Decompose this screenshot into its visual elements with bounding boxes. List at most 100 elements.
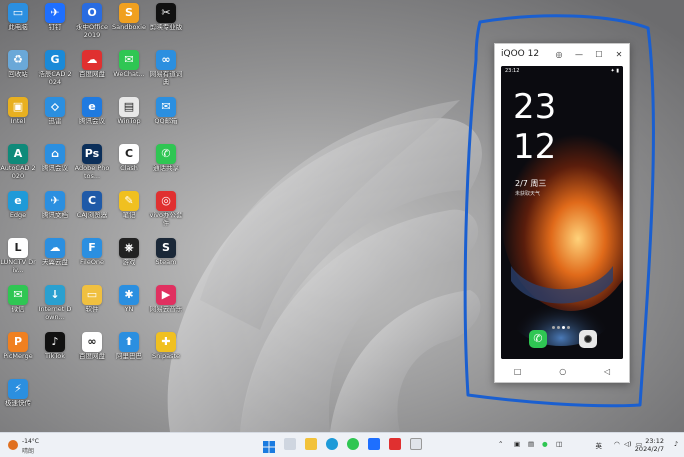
desktop-icon[interactable]: ✉ 微信 (0, 282, 36, 324)
desktop-icon-label: 迅雷 (48, 118, 62, 125)
desktop-icon[interactable]: S Sandboxie (111, 0, 147, 42)
home-icon[interactable]: ○ (559, 367, 566, 376)
desktop-icon[interactable]: ⬦ 迅雷 (37, 94, 73, 136)
desktop-icon[interactable]: ⎈ 游戏 (111, 235, 147, 277)
desktop-icon[interactable]: ⌂ 腾讯会议 (37, 141, 73, 183)
status-time: 23:12 (505, 68, 520, 74)
desktop-icon-label: TikTok (45, 353, 65, 360)
desktop-icon[interactable]: S Steam (148, 235, 184, 277)
desktop-icon[interactable]: Ps Adobe Photos... (74, 141, 110, 183)
search-taskbar-icon[interactable] (284, 438, 296, 450)
phone-mirror-window[interactable]: iQOO 12 ◎ — ☐ ✕ 23:12 ✦ ▮ 23 12 2/7 周三 未… (494, 43, 630, 383)
input-method-indicator[interactable]: 英 (596, 440, 603, 450)
desktop-icon[interactable]: F FileOne (74, 235, 110, 277)
desktop-icon[interactable]: O 永中Office 2019 (74, 0, 110, 42)
app-icon: ✉ (119, 50, 139, 70)
wifi-icon[interactable]: ◠ (614, 440, 620, 448)
app-icon: P (8, 332, 28, 352)
recents-icon[interactable]: □ (514, 367, 522, 376)
desktop-icon-label: vivo办公套件 (149, 212, 183, 227)
desktop-icon-label: 网易有道词典 (149, 71, 183, 86)
desktop-icon[interactable]: ▤ WinTop (111, 94, 147, 136)
desktop-icon[interactable]: C CAJ浏览器 (74, 188, 110, 230)
desktop-icon[interactable]: ✈ 腾讯文档 (37, 188, 73, 230)
desktop-icon[interactable]: L LUNCTV Driv... (0, 235, 36, 277)
tray-app-icon[interactable]: ◫ (556, 440, 562, 448)
phone-call-app-icon[interactable]: ✆ (529, 330, 547, 348)
desktop-icon[interactable]: ✈ 钉钉 (37, 0, 73, 42)
edge-taskbar-icon[interactable] (326, 438, 338, 450)
desktop-icon-label: 永中Office 2019 (76, 24, 108, 39)
minimize-icon[interactable]: — (569, 50, 589, 59)
desktop-icon[interactable]: ☁ 天翼云盘 (37, 235, 73, 277)
app-icon: ↓ (45, 285, 65, 305)
desktop-icon[interactable]: ▶ 网易云音乐 (148, 282, 184, 324)
wechat-taskbar-icon[interactable] (347, 438, 359, 450)
desktop-icon[interactable]: ◎ vivo办公套件 (148, 188, 184, 230)
desktop-icon[interactable]: ⬆ 阿里巴巴 (111, 329, 147, 371)
app-icon: e (82, 97, 102, 117)
desktop-icon[interactable]: C Clash (111, 141, 147, 183)
desktop-icon-label: 浩辰CAD 2024 (38, 71, 72, 86)
weather-widget[interactable]: -14°C 晴朗 (8, 437, 68, 455)
tray-app-icon[interactable]: ▣ (514, 440, 520, 448)
close-icon[interactable]: ✕ (609, 50, 629, 59)
desktop-icon[interactable]: ✚ Snipaste (148, 329, 184, 371)
app-icon: ✚ (156, 332, 176, 352)
desktop-icon[interactable]: ∞ 百度网盘 (74, 329, 110, 371)
desktop-icon-label: 腾讯文档 (42, 212, 68, 219)
desktop-icon[interactable]: ✆ 通话共享 (148, 141, 184, 183)
desktop-icon[interactable]: ✎ 笔记 (111, 188, 147, 230)
app-icon: C (82, 191, 102, 211)
volume-icon[interactable]: ◁) (624, 440, 632, 448)
desktop-icon[interactable]: ▭ 此电脑 (0, 0, 36, 42)
desktop-icon[interactable]: ▣ Intel (0, 94, 36, 136)
desktop-icon-label: Intel (10, 118, 26, 125)
desktop-icon[interactable]: ▭ 软件 (74, 282, 110, 324)
desktop-icon[interactable]: e Edge (0, 188, 36, 230)
start-button-icon[interactable] (263, 438, 275, 453)
desktop-icon[interactable]: G 浩辰CAD 2024 (37, 47, 73, 89)
desktop-icon-label: CAJ浏览器 (76, 212, 108, 219)
tray-app-icon[interactable]: ▤ (528, 440, 534, 448)
tray-overflow-icon[interactable]: ⌃ (498, 440, 503, 448)
desktop-icon-label: PicMerge (3, 353, 33, 360)
desktop-icon[interactable]: e 腾讯会议 (74, 94, 110, 136)
desktop-icon[interactable]: ✱ YN (111, 282, 147, 324)
dingtalk-taskbar-icon[interactable] (368, 438, 380, 450)
app-icon: F (82, 238, 102, 258)
desktop-icon-label: 腾讯会议 (79, 118, 105, 125)
desktop-icon[interactable]: P PicMerge (0, 329, 36, 371)
desktop-icon[interactable]: A AutoCAD 2020 (0, 141, 36, 183)
desktop-icon[interactable]: ✉ QQ邮箱 (148, 94, 184, 136)
desktop-icon[interactable]: ✉ WeChat... (111, 47, 147, 89)
page-indicator (551, 314, 575, 329)
settings-icon[interactable]: ◎ (549, 50, 569, 59)
desktop-icon[interactable]: ♻ 回收站 (0, 47, 36, 89)
maximize-icon[interactable]: ☐ (589, 50, 609, 59)
camera-app-icon[interactable] (579, 330, 597, 348)
notification-bell-icon[interactable]: ♪ (674, 440, 678, 448)
back-icon[interactable]: ◁ (604, 367, 610, 376)
lockscreen-clock-minute: 12 (513, 127, 557, 167)
desktop-icon-label: 游戏 (122, 259, 136, 266)
desktop-icon[interactable]: ☁ 百度网盘 (74, 47, 110, 89)
file-explorer-icon[interactable] (305, 438, 317, 450)
desktop-icon[interactable]: ↓ Internet Down... (37, 282, 73, 324)
desktop-icon-label: 钉钉 (48, 24, 62, 31)
desktop-icon[interactable]: ✂ 剪映专业版 (148, 0, 184, 42)
window-titlebar[interactable]: iQOO 12 ◎ — ☐ ✕ (495, 44, 629, 64)
lockscreen-date: 2/7 周三 (515, 179, 547, 188)
app-taskbar-icon[interactable] (389, 438, 401, 450)
desktop-icon[interactable]: ∞ 网易有道词典 (148, 47, 184, 89)
clock-time[interactable]: 23:12 (645, 437, 664, 445)
desktop-icon[interactable]: ⚡ 极速快传 (0, 376, 36, 418)
clock-date[interactable]: 2024/2/7 (635, 445, 664, 453)
desktop-icon[interactable]: ♪ TikTok (37, 329, 73, 371)
desktop-icon-label: QQ邮箱 (154, 118, 178, 125)
app-icon: ✱ (119, 285, 139, 305)
desktop-icon-label: Sandboxie (112, 24, 146, 31)
phone-mirror-taskbar-icon[interactable] (410, 438, 422, 450)
tray-wechat-icon[interactable]: ● (542, 440, 548, 448)
phone-screen[interactable]: 23:12 ✦ ▮ 23 12 2/7 周三 未获取天气 ✆ (501, 66, 623, 359)
